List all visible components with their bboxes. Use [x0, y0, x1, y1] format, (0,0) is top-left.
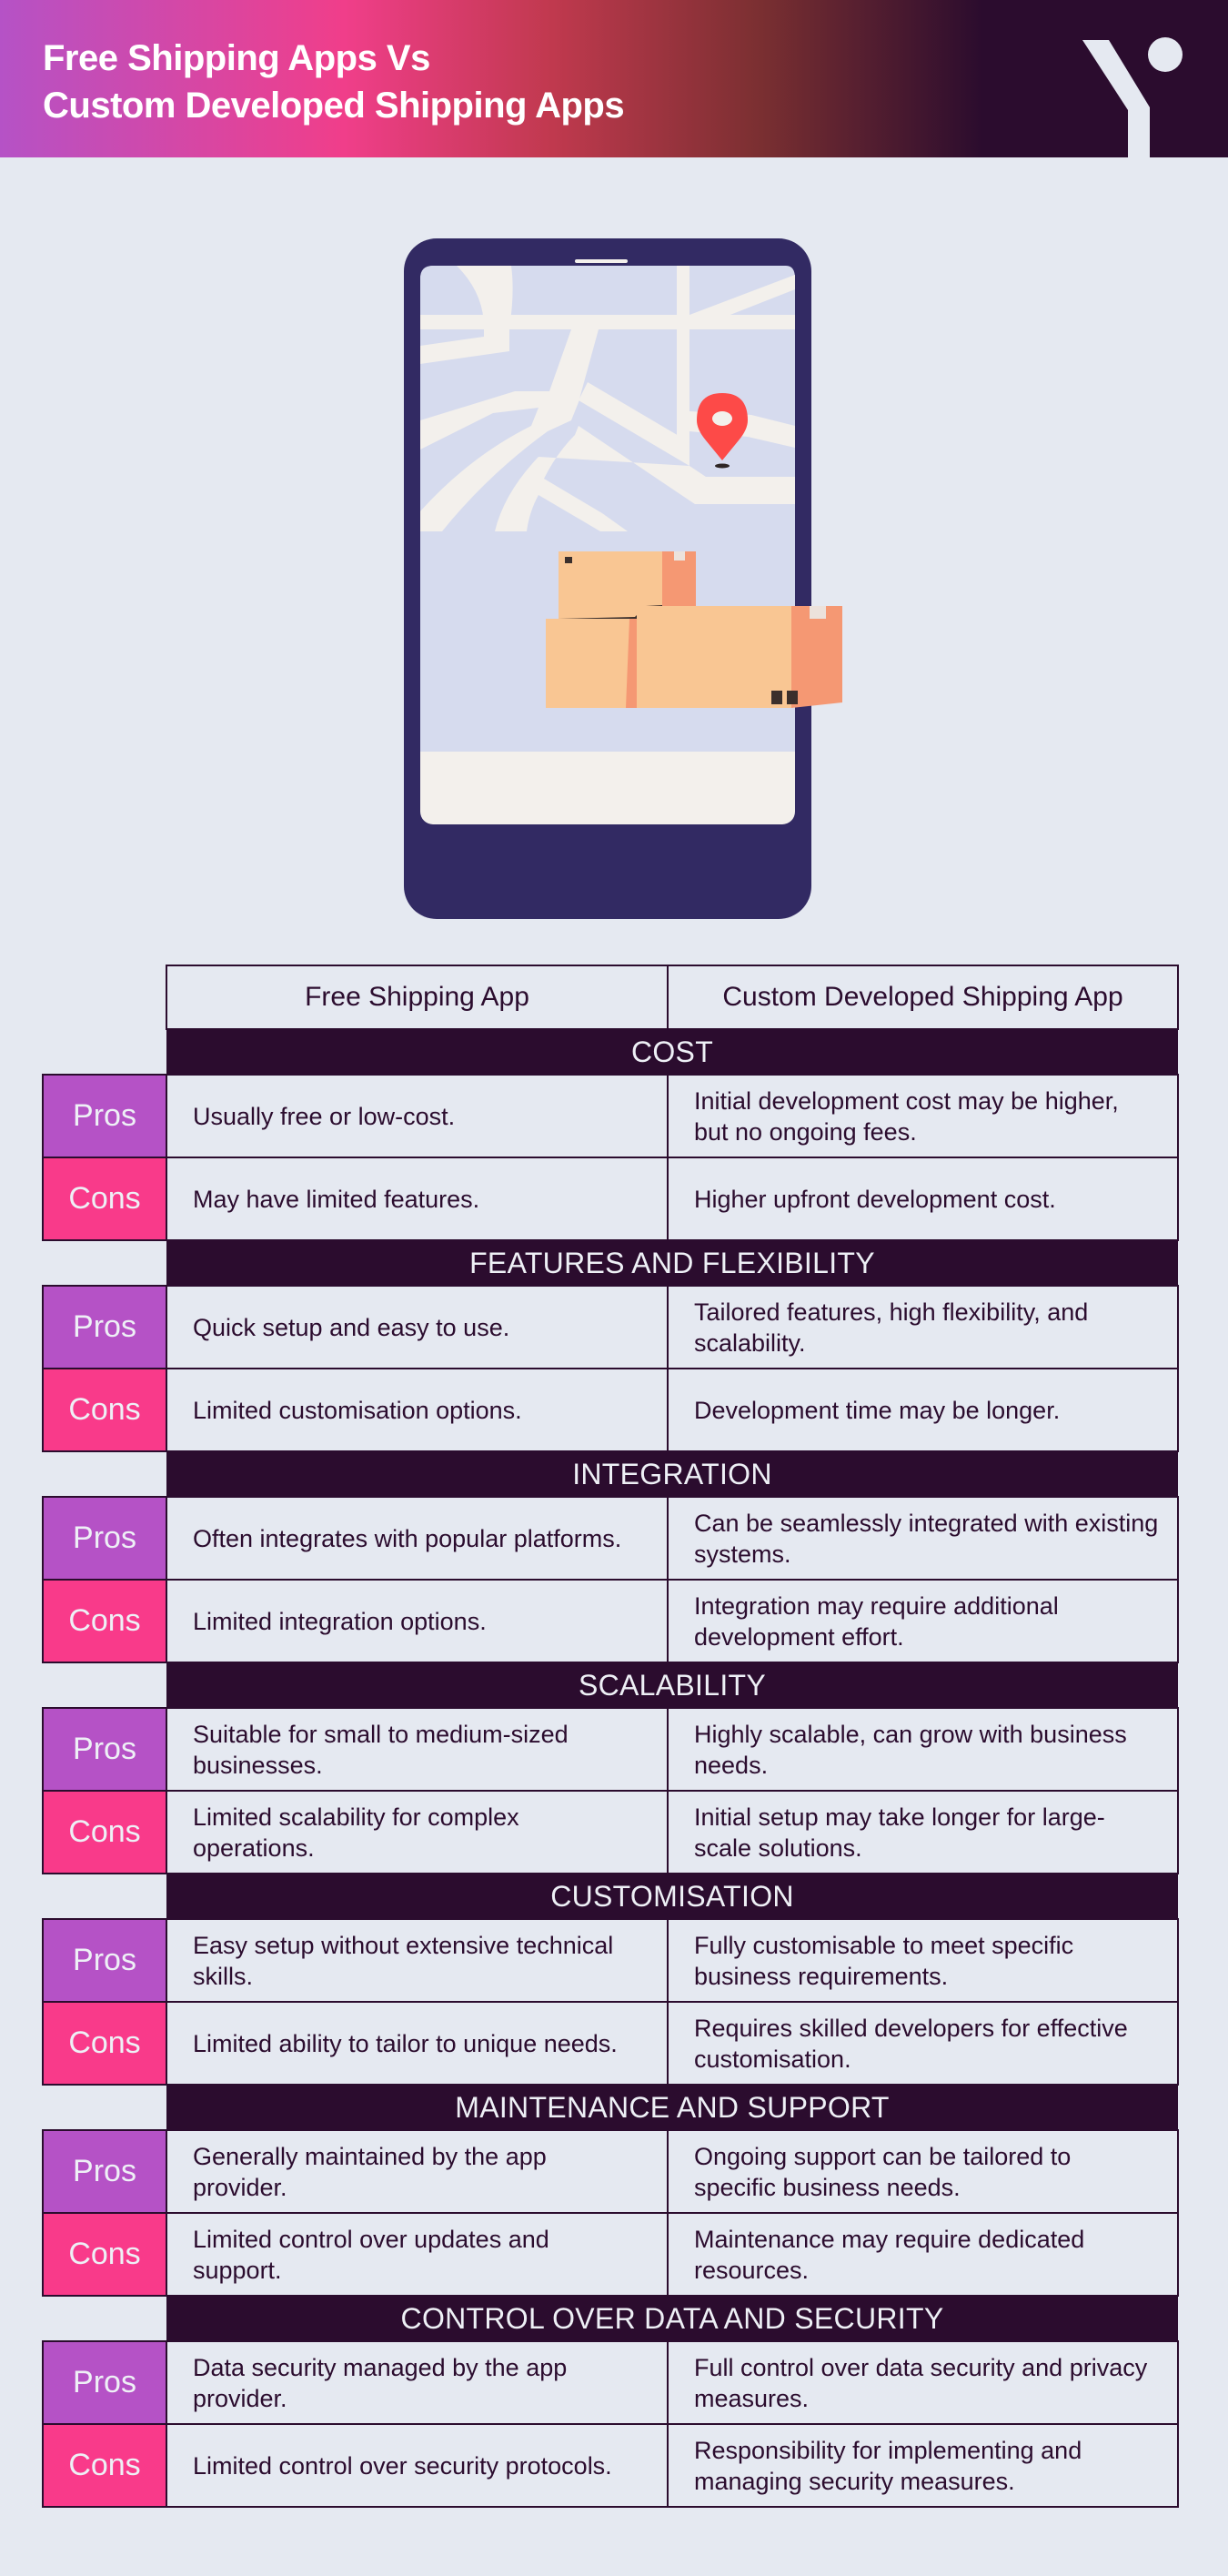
custom-app-cons-cell: Integration may require additional devel…: [667, 1579, 1179, 1663]
corner-cell: [43, 1451, 166, 1497]
section-title: MAINTENANCE AND SUPPORT: [166, 2085, 1178, 2130]
cons-row: Cons Limited ability to tailor to unique …: [42, 2001, 1179, 2086]
pros-label: Pros: [42, 1496, 167, 1581]
pros-label: Pros: [42, 1707, 167, 1792]
column-header-free: Free Shipping App: [166, 965, 669, 1030]
section-title: CUSTOMISATION: [166, 1874, 1178, 1919]
page-title: Free Shipping Apps Vs Custom Developed S…: [43, 35, 625, 129]
header-banner: Free Shipping Apps Vs Custom Developed S…: [0, 0, 1228, 157]
corner-cell: [43, 1029, 166, 1075]
custom-app-pros-cell: Highly scalable, can grow with business …: [667, 1707, 1179, 1792]
cons-label: Cons: [42, 1368, 167, 1452]
corner-cell: [43, 1662, 166, 1708]
cons-row: Cons Limited integration options. Integrat…: [42, 1579, 1179, 1663]
cons-label: Cons: [42, 2212, 167, 2297]
cons-row: Cons Limited control over security protoc…: [42, 2423, 1179, 2508]
phone-map-illustration: [404, 238, 842, 919]
pros-label: Pros: [42, 1074, 167, 1158]
free-app-cons-cell: Limited ability to tailor to unique need…: [166, 2001, 669, 2086]
custom-app-cons-cell: Requires skilled developers for effectiv…: [667, 2001, 1179, 2086]
cons-label: Cons: [42, 1157, 167, 1241]
free-app-pros-cell: Generally maintained by the app provider…: [166, 2129, 669, 2214]
cons-label: Cons: [42, 1579, 167, 1663]
custom-app-cons-cell: Initial setup may take longer for large-…: [667, 1790, 1179, 1874]
pros-row: Pros Quick setup and easy to use. Tailored…: [42, 1285, 1179, 1369]
corner-cell: [43, 2296, 166, 2341]
cons-row: Cons Limited control over updates and sup…: [42, 2212, 1179, 2297]
free-app-pros-cell: Suitable for small to medium-sized busin…: [166, 1707, 669, 1792]
custom-app-cons-cell: Maintenance may require dedicated resour…: [667, 2212, 1179, 2297]
title-line-2: Custom Developed Shipping Apps: [43, 86, 625, 126]
free-app-pros-cell: Usually free or low-cost.: [166, 1074, 669, 1158]
free-app-cons-cell: May have limited features.: [166, 1157, 669, 1241]
section-title: SCALABILITY: [166, 1662, 1178, 1708]
column-header-row: Free Shipping App Custom Developed Shipp…: [43, 965, 1179, 1030]
custom-app-cons-cell: Higher upfront development cost.: [667, 1157, 1179, 1241]
custom-app-cons-cell: Development time may be longer.: [667, 1368, 1179, 1452]
comparison-table: Free Shipping App Custom Developed Shipp…: [42, 965, 1179, 2508]
corner-cell: [43, 1874, 166, 1919]
free-app-pros-cell: Quick setup and easy to use.: [166, 1285, 669, 1369]
custom-app-pros-cell: Can be seamlessly integrated with existi…: [667, 1496, 1179, 1581]
custom-app-cons-cell: Responsibility for implementing and mana…: [667, 2423, 1179, 2508]
section-title: CONTROL OVER DATA AND SECURITY: [166, 2296, 1178, 2341]
section-title: INTEGRATION: [166, 1451, 1178, 1497]
free-app-pros-cell: Data security managed by the app provide…: [166, 2340, 669, 2425]
custom-app-pros-cell: Full control over data security and priv…: [667, 2340, 1179, 2425]
corner-cell: [43, 965, 166, 1029]
pros-label: Pros: [42, 1918, 167, 2003]
custom-app-pros-cell: Ongoing support can be tailored to speci…: [667, 2129, 1179, 2214]
section-band-row: SCALABILITY: [43, 1662, 1178, 1708]
section-band-row: INTEGRATION: [43, 1451, 1178, 1497]
free-app-pros-cell: Often integrates with popular platforms.: [166, 1496, 669, 1581]
section-band-row: COST: [43, 1029, 1178, 1075]
free-app-cons-cell: Limited customisation options.: [166, 1368, 669, 1452]
free-app-pros-cell: Easy setup without extensive technical s…: [166, 1918, 669, 2003]
y-logo-icon: [1082, 37, 1183, 157]
column-header-custom: Custom Developed Shipping App: [667, 965, 1179, 1030]
pros-label: Pros: [42, 2340, 167, 2425]
cons-label: Cons: [42, 2423, 167, 2508]
cons-label: Cons: [42, 2001, 167, 2086]
section-band-row: FEATURES AND FLEXIBILITY: [43, 1240, 1178, 1286]
pros-row: Pros Usually free or low-cost. Initial dev…: [42, 1074, 1179, 1158]
section-title: COST: [166, 1029, 1178, 1075]
corner-cell: [43, 1240, 166, 1286]
pros-row: Pros Suitable for small to medium-sized b…: [42, 1707, 1179, 1792]
section-band-row: MAINTENANCE AND SUPPORT: [43, 2085, 1178, 2130]
custom-app-pros-cell: Fully customisable to meet specific busi…: [667, 1918, 1179, 2003]
cons-label: Cons: [42, 1790, 167, 1874]
section-band-row: CUSTOMISATION: [43, 1874, 1178, 1919]
pros-label: Pros: [42, 2129, 167, 2214]
cons-row: Cons Limited customisation options. Develo…: [42, 1368, 1179, 1452]
section-title: FEATURES AND FLEXIBILITY: [166, 1240, 1178, 1286]
custom-app-pros-cell: Initial development cost may be higher, …: [667, 1074, 1179, 1158]
free-app-cons-cell: Limited integration options.: [166, 1579, 669, 1663]
free-app-cons-cell: Limited scalability for complex operatio…: [166, 1790, 669, 1874]
pros-label: Pros: [42, 1285, 167, 1369]
pros-row: Pros Easy setup without extensive technic…: [42, 1918, 1179, 2003]
pros-row: Pros Data security managed by the app pro…: [42, 2340, 1179, 2425]
pros-row: Pros Generally maintained by the app prov…: [42, 2129, 1179, 2214]
title-line-1: Free Shipping Apps Vs: [43, 38, 430, 78]
pros-row: Pros Often integrates with popular platfo…: [42, 1496, 1179, 1581]
free-app-cons-cell: Limited control over security protocols.: [166, 2423, 669, 2508]
cons-row: Cons Limited scalability for complex oper…: [42, 1790, 1179, 1874]
section-band-row: CONTROL OVER DATA AND SECURITY: [43, 2296, 1178, 2341]
cons-row: Cons May have limited features. Higher upf…: [42, 1157, 1179, 1241]
custom-app-pros-cell: Tailored features, high flexibility, and…: [667, 1285, 1179, 1369]
corner-cell: [43, 2085, 166, 2130]
free-app-cons-cell: Limited control over updates and support…: [166, 2212, 669, 2297]
